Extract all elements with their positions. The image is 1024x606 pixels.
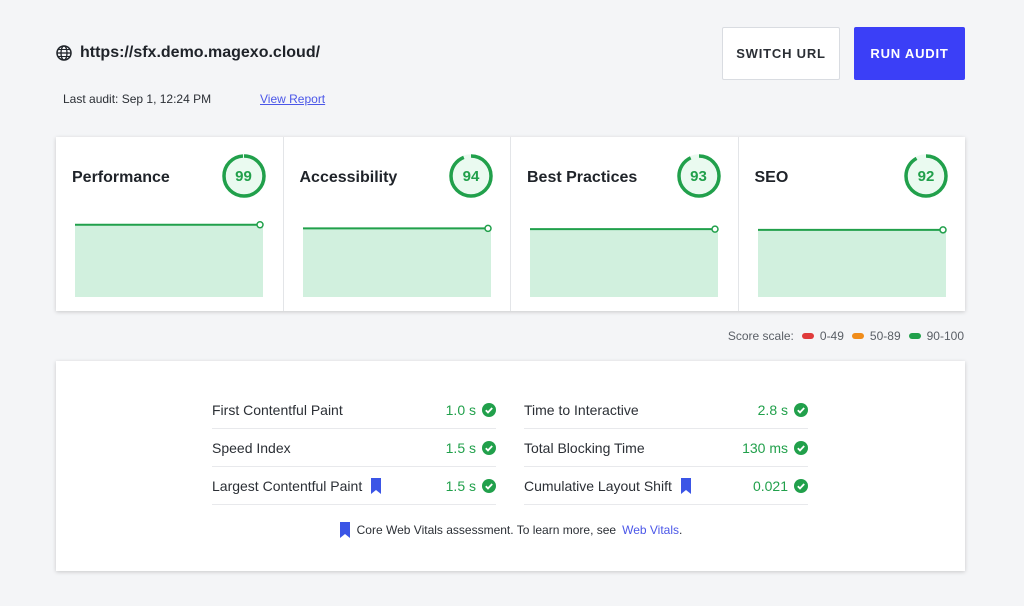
core-web-vitals-note: Core Web Vitals assessment. To learn mor… [56, 522, 965, 538]
footnote-text: Core Web Vitals assessment. To learn mor… [356, 523, 617, 537]
metric-name: Cumulative Layout Shift [524, 477, 672, 494]
metric-name-wrap: Cumulative Layout Shift [524, 477, 753, 494]
metric-value: 130 ms [742, 439, 788, 456]
history-point [938, 226, 947, 234]
legend-swatch [908, 333, 921, 339]
legend-range: 50-89 [869, 329, 901, 343]
history-area [302, 228, 491, 297]
metric-name-wrap: Speed Index [212, 440, 446, 456]
metric-name: Time to Interactive [524, 401, 639, 418]
web-vitals-link[interactable]: Web Vitals [622, 523, 679, 537]
score-history-chart [302, 224, 492, 297]
score-value: 92 [917, 167, 935, 185]
metric-row: First Contentful Paint 1.0 s [212, 391, 496, 429]
metric-row: Cumulative Layout Shift 0.021 [524, 467, 808, 505]
switch-url-button[interactable]: SWITCH URL [722, 27, 840, 80]
metric-value: 0.021 [752, 477, 788, 494]
legend-item: 90-100 [908, 329, 964, 343]
view-report-link[interactable]: View Report [260, 92, 325, 106]
score-value: 99 [235, 167, 252, 185]
metric-value: 1.5 s [445, 477, 476, 494]
metric-value-wrap: 1.5 s [446, 440, 496, 456]
history-area [757, 229, 946, 297]
legend-item: 50-89 [851, 329, 901, 343]
score-card-accessibility[interactable]: Accessibility 94 [284, 137, 511, 311]
metric-name-wrap: First Contentful Paint [212, 402, 446, 418]
metric-value: 1.5 s [445, 439, 476, 456]
history-area [75, 224, 263, 297]
card-title: Best Practices [527, 169, 638, 186]
metric-row: Speed Index 1.5 s [212, 429, 496, 467]
bookmark-icon [680, 477, 691, 494]
metric-row: Time to Interactive 2.8 s [524, 391, 808, 429]
history-area [530, 229, 718, 297]
metric-value-wrap: 0.021 [753, 478, 808, 494]
metric-name: First Contentful Paint [212, 401, 343, 418]
site-url: https://sfx.demo.magexo.cloud/ [56, 44, 320, 62]
legend-label: Score scale: [727, 329, 794, 343]
legend-range: 0-49 [819, 329, 844, 343]
metric-row: Largest Contentful Paint 1.5 s [212, 467, 496, 505]
check-circle-icon [482, 478, 496, 493]
metric-value-wrap: 130 ms [742, 440, 808, 456]
legend-swatch [801, 333, 814, 339]
score-history-chart [75, 220, 264, 297]
metric-name-wrap: Time to Interactive [524, 402, 758, 418]
metric-name: Speed Index [212, 439, 291, 456]
score-scale-legend: Score scale: 0-49 50-89 90-100 [728, 329, 964, 343]
score-value: 94 [462, 167, 480, 185]
score-history-chart [757, 226, 947, 297]
metrics-panel: First Contentful Paint 1.0 s Speed Index 1.… [56, 361, 965, 571]
metrics-left-column: First Contentful Paint 1.0 s Speed Index 1.… [212, 391, 496, 505]
bookmark-icon [371, 477, 382, 494]
check-circle-icon [482, 402, 496, 417]
legend-swatch [851, 333, 864, 339]
score-value: 93 [690, 167, 707, 185]
url-text: https://sfx.demo.magexo.cloud/ [80, 44, 321, 61]
history-point [256, 220, 264, 229]
metric-value-wrap: 1.5 s [446, 478, 496, 494]
last-audit-text: Last audit: Sep 1, 12:24 PM [63, 92, 212, 106]
metric-name: Largest Contentful Paint [212, 477, 363, 494]
card-title: Accessibility [299, 169, 398, 186]
score-cards: Performance 99 Accessibility 94 Best Practic… [56, 137, 965, 311]
metric-name-wrap: Total Blocking Time [524, 440, 742, 456]
history-point [711, 225, 719, 233]
check-circle-icon [482, 440, 496, 455]
metric-value-wrap: 2.8 s [758, 402, 808, 418]
metric-name: Total Blocking Time [524, 439, 645, 456]
footnote-end: . [679, 523, 683, 537]
metric-row: Total Blocking Time 130 ms [524, 429, 808, 467]
globe-icon [56, 45, 72, 61]
history-point [483, 224, 492, 233]
check-circle-icon [794, 440, 808, 455]
metric-value: 2.8 s [757, 401, 788, 418]
check-circle-icon [794, 478, 808, 493]
card-title: SEO [754, 169, 789, 186]
score-card-seo[interactable]: SEO 92 [739, 137, 966, 311]
metric-name-wrap: Largest Contentful Paint [212, 477, 446, 494]
metric-value-wrap: 1.0 s [446, 402, 496, 418]
score-history-chart [530, 225, 719, 297]
run-audit-button[interactable]: RUN AUDIT [854, 27, 965, 80]
check-circle-icon [794, 402, 808, 417]
metric-value: 1.0 s [445, 401, 476, 418]
card-title: Performance [72, 169, 170, 186]
score-card-performance[interactable]: Performance 99 [56, 137, 284, 311]
legend-range: 90-100 [926, 329, 964, 343]
score-card-best-practices[interactable]: Best Practices 93 [511, 137, 739, 311]
metrics-right-column: Time to Interactive 2.8 s Total Blocking T… [524, 391, 808, 505]
legend-item: 0-49 [801, 329, 844, 343]
bookmark-icon [339, 522, 350, 538]
